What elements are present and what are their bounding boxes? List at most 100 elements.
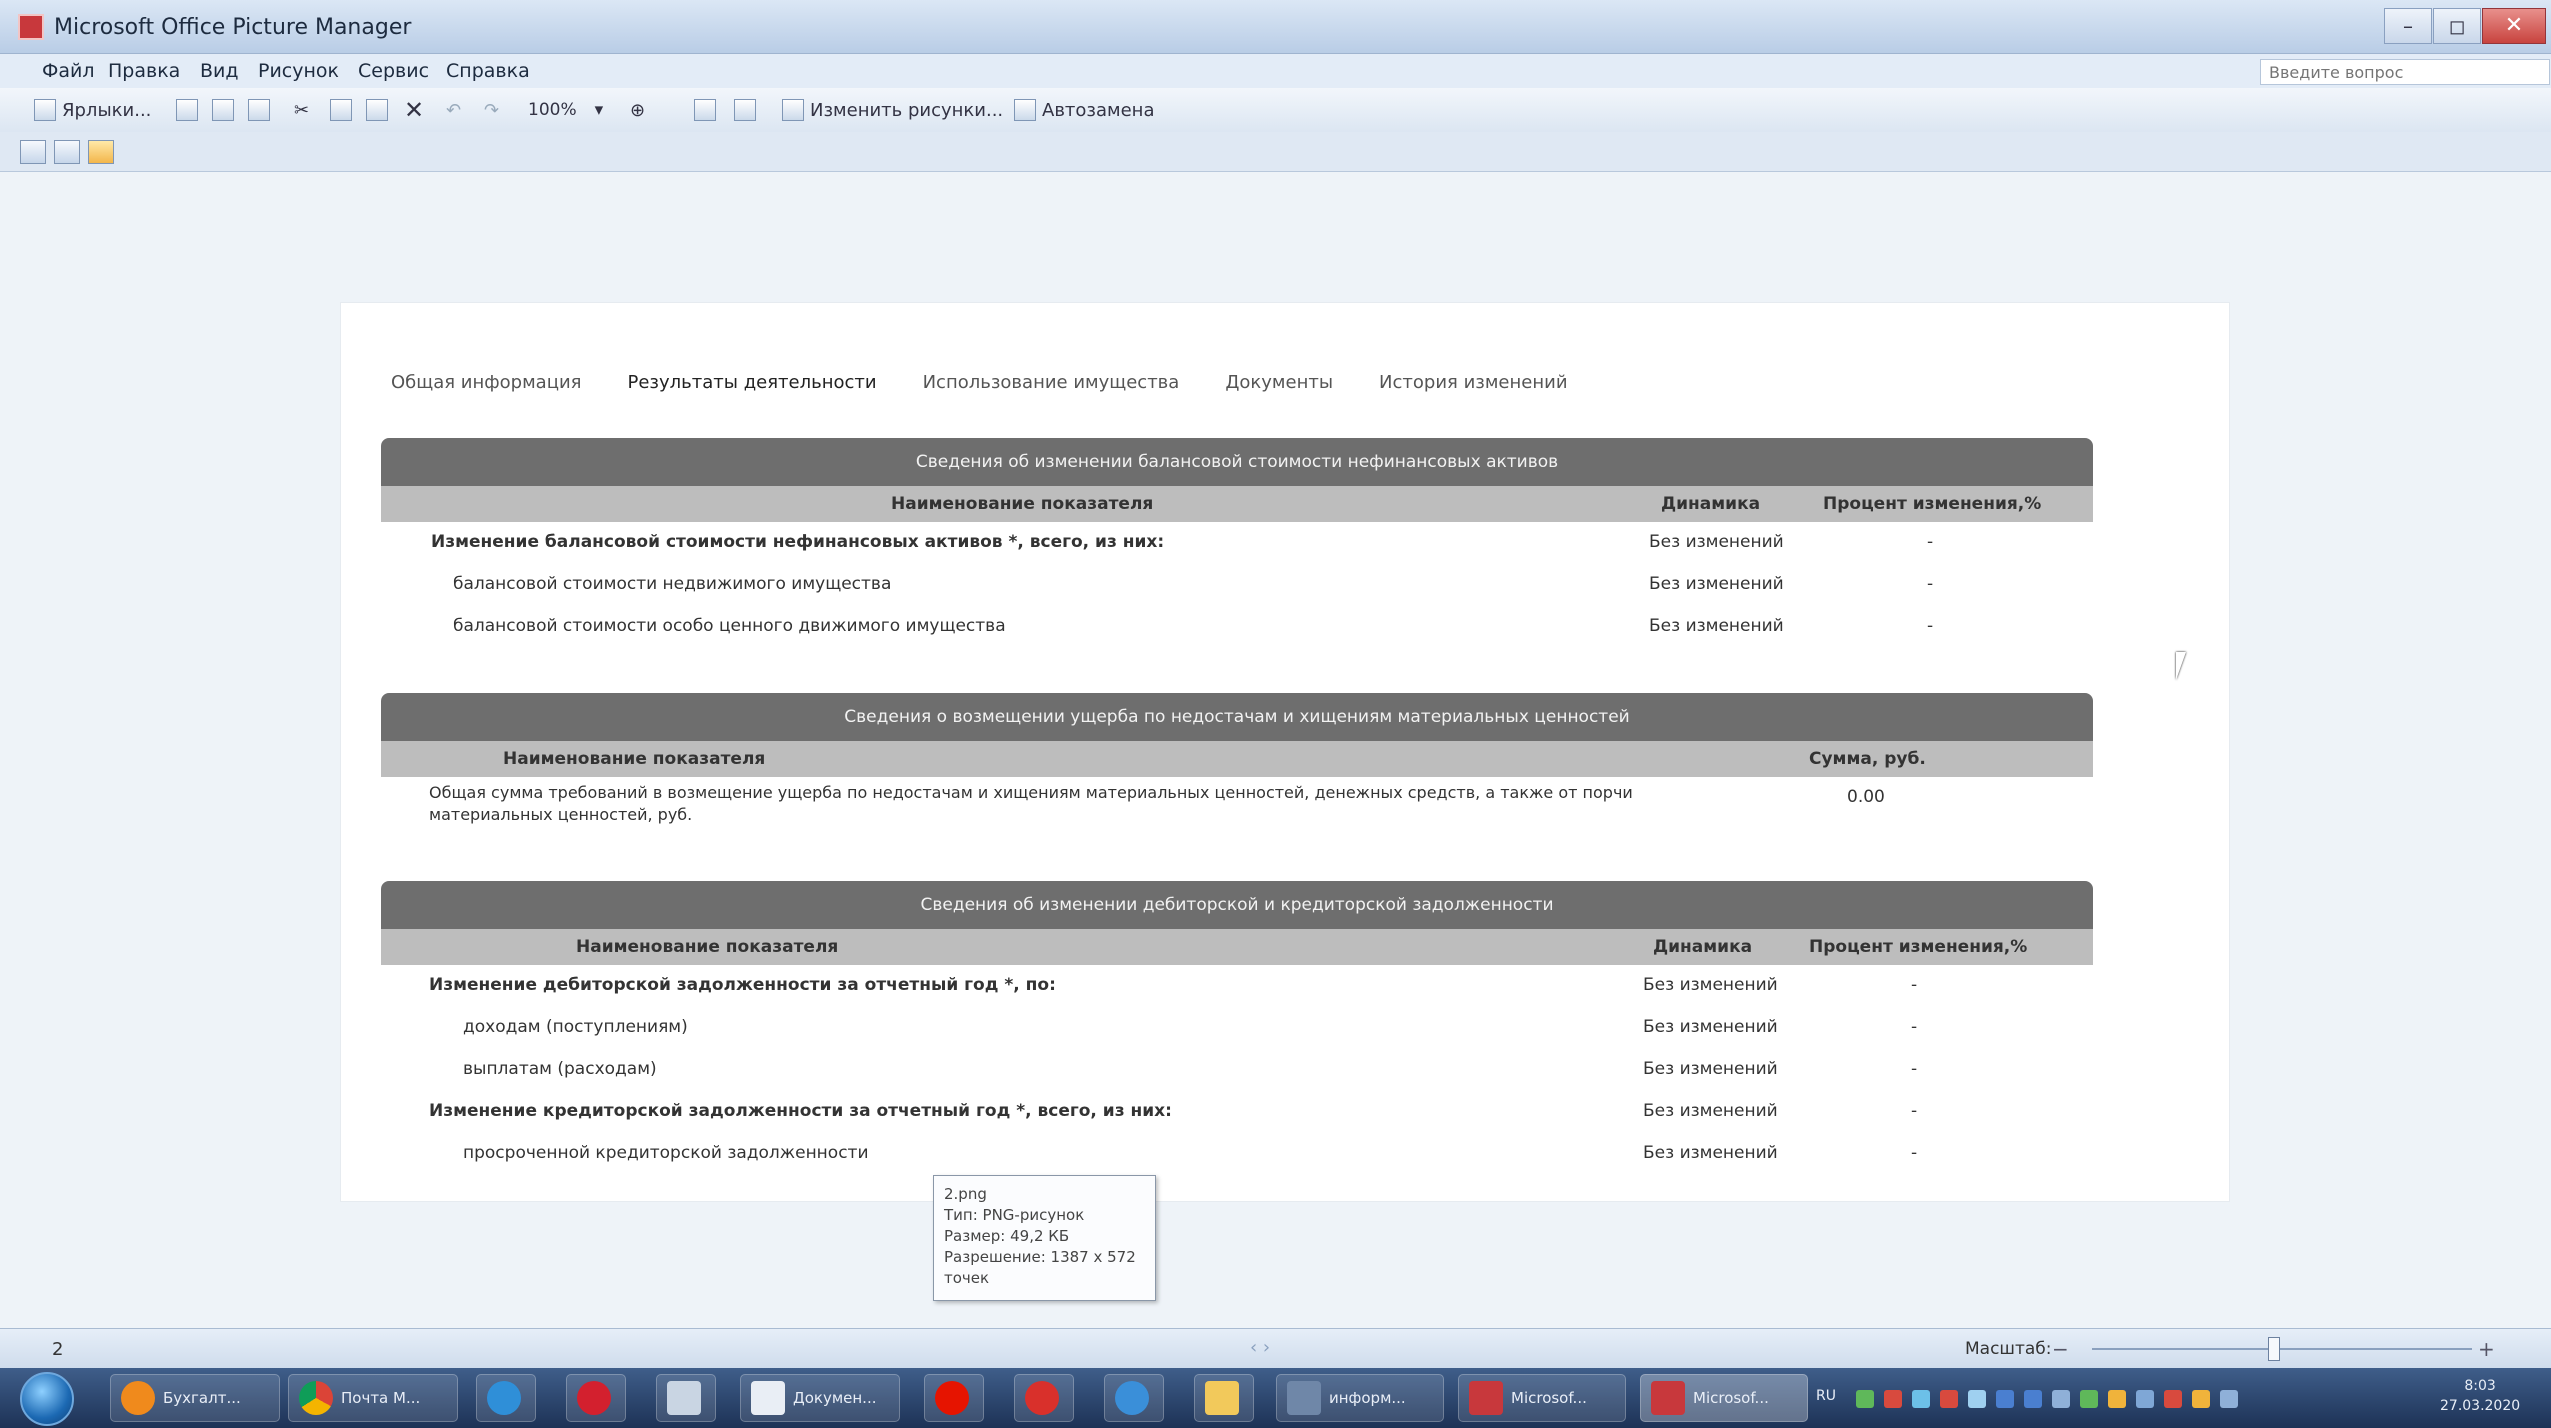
- paste-button[interactable]: [366, 98, 388, 122]
- tray-battery-icon[interactable]: [2080, 1390, 2098, 1408]
- minimize-button[interactable]: –: [2384, 8, 2432, 44]
- tray-shield-icon[interactable]: [1996, 1390, 2014, 1408]
- menu-picture[interactable]: Рисунок: [258, 60, 339, 82]
- tray-volume-icon[interactable]: [2220, 1390, 2238, 1408]
- picture-navigation[interactable]: ‹ ›: [1250, 1337, 1270, 1358]
- taskbar-item-folder[interactable]: [1194, 1374, 1254, 1422]
- autocorrect-button[interactable]: Автозамена: [1014, 98, 1154, 122]
- help-search-input[interactable]: [2260, 59, 2550, 85]
- single-picture-view-icon[interactable]: [88, 140, 114, 164]
- zoom-slider-thumb[interactable]: [2268, 1337, 2280, 1361]
- zoom-in-icon[interactable]: +: [2478, 1337, 2495, 1361]
- column-header-name: Наименование показателя: [503, 749, 766, 769]
- tooltip-resolution: Разрешение: 1387 x 572: [944, 1248, 1136, 1266]
- close-button[interactable]: ✕: [2482, 8, 2546, 44]
- tray-bluetooth-icon[interactable]: [2136, 1390, 2154, 1408]
- tray-antivirus-icon[interactable]: [1884, 1390, 1902, 1408]
- edit-pictures-label: Изменить рисунки...: [810, 99, 1004, 121]
- tray-update-icon[interactable]: [1912, 1390, 1930, 1408]
- start-button[interactable]: [20, 1372, 74, 1426]
- menu-tools[interactable]: Сервис: [358, 60, 429, 82]
- window-title: Microsoft Office Picture Manager: [54, 15, 412, 40]
- delete-button[interactable]: ✕: [404, 96, 424, 124]
- filmstrip-view-icon[interactable]: [54, 140, 80, 164]
- row-percent: -: [1927, 616, 1934, 636]
- taskbar-item-yandex-browser[interactable]: [1014, 1374, 1074, 1422]
- zoom-select[interactable]: 100% ▾: [528, 98, 603, 122]
- tray-notification-icon[interactable]: [2108, 1390, 2126, 1408]
- tray-sound-icon[interactable]: [2052, 1390, 2070, 1408]
- row-name: балансовой стоимости особо ценного движи…: [453, 616, 1006, 636]
- maximize-button[interactable]: ◻: [2433, 8, 2481, 44]
- row-name-line1: Общая сумма требований в возмещение ущер…: [429, 783, 1633, 802]
- taskbar-item-yandex[interactable]: [924, 1374, 984, 1422]
- redo-button[interactable]: ↷: [484, 98, 499, 122]
- taskbar-item-1c[interactable]: Бухгалт...: [110, 1374, 280, 1422]
- taskbar-item-chrome[interactable]: Почта М...: [288, 1374, 458, 1422]
- print-button[interactable]: [212, 98, 234, 122]
- tab-general-info[interactable]: Общая информация: [391, 372, 582, 393]
- taskbar-item-explorer-tool[interactable]: [656, 1374, 716, 1422]
- column-headers: Наименование показателя Динамика Процент…: [381, 929, 2093, 965]
- section-title: Сведения о возмещении ущерба по недостач…: [381, 693, 2093, 741]
- menu-edit[interactable]: Правка: [108, 60, 180, 82]
- row-dynamics: Без изменений: [1649, 532, 1784, 552]
- section-title: Сведения об изменении дебиторской и кред…: [381, 881, 2093, 929]
- zoom-slider[interactable]: [2092, 1348, 2472, 1350]
- copy-icon: [330, 99, 352, 121]
- column-headers: Наименование показателя Сумма, руб.: [381, 741, 2093, 777]
- column-headers: Наименование показателя Динамика Процент…: [381, 486, 2093, 522]
- taskbar-item-label: Бухгалт...: [163, 1389, 241, 1407]
- tray-sun-icon[interactable]: [2192, 1390, 2210, 1408]
- clock[interactable]: 8:03 27.03.2020: [2440, 1376, 2520, 1416]
- row-dynamics: Без изменений: [1643, 975, 1778, 995]
- tab-property-use[interactable]: Использование имущества: [923, 372, 1180, 393]
- table-row: выплатам (расходам) Без изменений -: [381, 1049, 2093, 1091]
- thumbnail-view-icon[interactable]: [20, 140, 46, 164]
- 1c-icon: [121, 1381, 155, 1415]
- save-button[interactable]: [176, 98, 198, 122]
- undo-button[interactable]: ↶: [446, 98, 461, 122]
- email-button[interactable]: [248, 98, 270, 122]
- row-name: Изменение балансовой стоимости нефинансо…: [431, 532, 1165, 552]
- tab-documents[interactable]: Документы: [1225, 372, 1333, 393]
- edit-pictures-button[interactable]: Изменить рисунки...: [782, 98, 1003, 122]
- rotate-left-button[interactable]: [694, 98, 716, 122]
- shortcuts-button[interactable]: Ярлыки...: [34, 98, 151, 122]
- menu-help[interactable]: Справка: [446, 60, 530, 82]
- taskbar-item-microsoft-2[interactable]: Microsof...: [1640, 1374, 1808, 1422]
- row-name: выплатам (расходам): [463, 1059, 657, 1079]
- tray-monitor-icon[interactable]: [2024, 1390, 2042, 1408]
- row-dynamics: Без изменений: [1649, 574, 1784, 594]
- picture-manager-icon: [18, 14, 44, 40]
- tab-results[interactable]: Результаты деятельности: [628, 372, 877, 393]
- rotate-right-icon: [734, 99, 756, 121]
- taskbar-item-info[interactable]: информ...: [1276, 1374, 1444, 1422]
- column-header-name: Наименование показателя: [891, 494, 1154, 514]
- copy-button[interactable]: [330, 98, 352, 122]
- taskbar-item-opera[interactable]: [566, 1374, 626, 1422]
- cut-button[interactable]: ✂: [294, 98, 309, 122]
- taskbar-item-media[interactable]: [1104, 1374, 1164, 1422]
- zoom-out-icon[interactable]: −: [2052, 1337, 2069, 1361]
- tray-flag-icon[interactable]: [2164, 1390, 2182, 1408]
- row-percent: -: [1911, 1059, 1918, 1079]
- menu-view[interactable]: Вид: [200, 60, 239, 82]
- taskbar-item-documents[interactable]: Докумен...: [740, 1374, 900, 1422]
- zoom-in-button[interactable]: ⊕: [630, 98, 645, 122]
- table-row: просроченной кредиторской задолженности …: [381, 1133, 2093, 1175]
- taskbar: Бухгалт... Почта М... Докумен... информ.…: [0, 1368, 2551, 1428]
- tray-cloud-icon[interactable]: [1968, 1390, 1986, 1408]
- menu-file[interactable]: Файл: [42, 60, 95, 82]
- row-percent: -: [1927, 574, 1934, 594]
- language-indicator[interactable]: RU: [1816, 1388, 1836, 1404]
- rotate-left-icon: [694, 99, 716, 121]
- taskbar-item-ie[interactable]: [476, 1374, 536, 1422]
- rotate-right-button[interactable]: [734, 98, 756, 122]
- table-row: доходам (поступлениям) Без изменений -: [381, 1007, 2093, 1049]
- tray-app-icon[interactable]: [1940, 1390, 1958, 1408]
- row-dynamics: Без изменений: [1643, 1143, 1778, 1163]
- tray-network-icon[interactable]: [1856, 1390, 1874, 1408]
- taskbar-item-microsoft-1[interactable]: Microsof...: [1458, 1374, 1626, 1422]
- tab-history[interactable]: История изменений: [1379, 372, 1567, 393]
